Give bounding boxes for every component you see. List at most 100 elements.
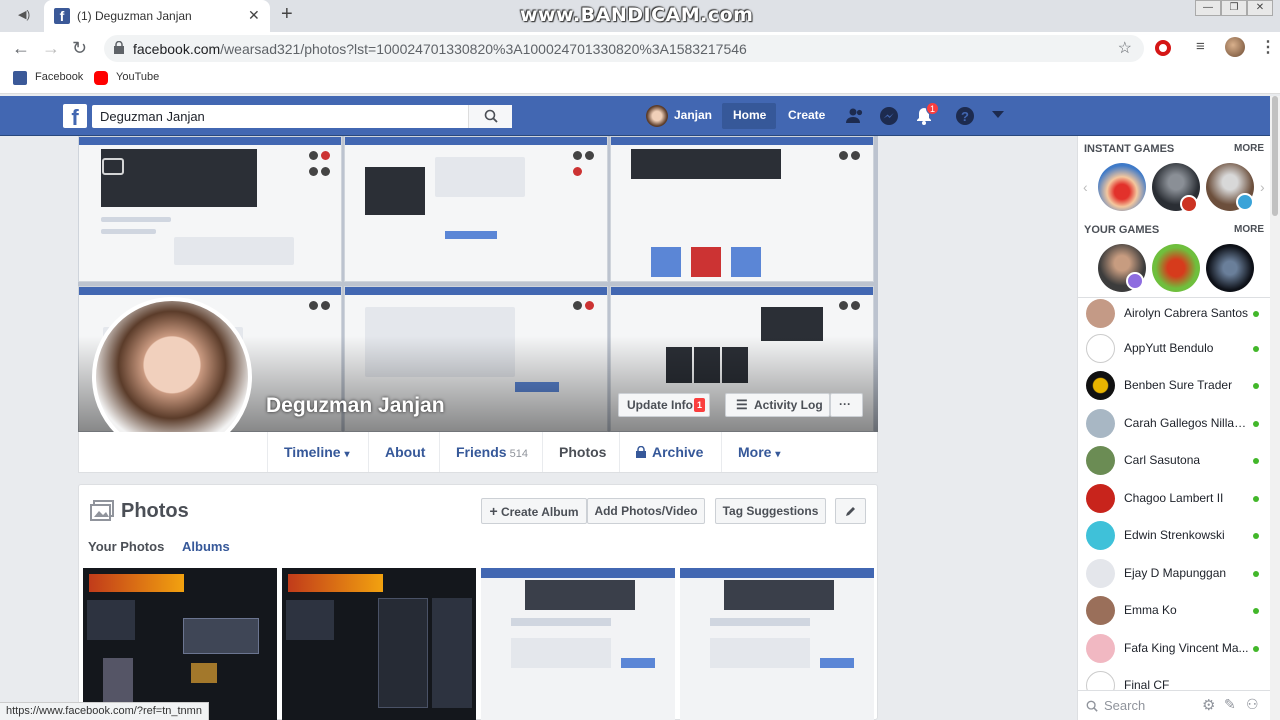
chevron-right-icon[interactable]: › <box>1260 179 1265 195</box>
photo-thumbnail[interactable] <box>282 568 476 720</box>
create-album-button[interactable]: + Create Album <box>481 498 587 524</box>
create-button[interactable]: Create <box>788 108 825 122</box>
add-photos-video-button[interactable]: Add Photos/Video <box>587 498 705 524</box>
tab-about[interactable]: About <box>368 432 439 472</box>
home-label: Home <box>733 108 767 122</box>
activity-log-button[interactable]: ☰ Activity Log <box>725 393 830 417</box>
tag-suggestions-button[interactable]: Tag Suggestions <box>715 498 826 524</box>
tab-close-icon[interactable]: ✕ <box>248 7 260 24</box>
online-indicator <box>1253 608 1259 614</box>
reload-icon[interactable]: ↻ <box>72 38 87 59</box>
photo-thumbnail[interactable] <box>83 568 277 720</box>
contact-name: AppYutt Bendulo <box>1124 341 1214 355</box>
new-message-icon[interactable]: ✎ <box>1224 696 1236 713</box>
contact-item[interactable]: Carah Gallegos Nillasca <box>1078 405 1271 442</box>
tab-timeline[interactable]: Timeline ▾ <box>267 432 368 472</box>
avatar <box>1086 299 1115 328</box>
home-button[interactable]: Home <box>722 103 776 129</box>
media-queue-icon[interactable]: ≡ <box>1196 38 1205 55</box>
svg-text:?: ? <box>961 109 969 124</box>
avatar <box>1086 559 1115 588</box>
profile-name[interactable]: Deguzman Janjan <box>266 394 445 418</box>
back-icon[interactable]: ← <box>12 38 30 59</box>
right-sidebar: INSTANT GAMES MORE ‹ › YOUR GAMES MORE A… <box>1077 136 1271 720</box>
close-window-icon[interactable]: ✕ <box>1247 0 1273 16</box>
game-icon[interactable] <box>1152 244 1200 292</box>
avatar <box>1086 409 1115 438</box>
tab-archive[interactable]: Archive <box>619 432 721 472</box>
game-icon[interactable] <box>1098 163 1146 211</box>
tab-your-photos[interactable]: Your Photos <box>88 539 164 554</box>
chat-search-bar[interactable]: Search ⚙ ✎ ⚇ <box>1078 690 1271 720</box>
game-badge-icon <box>1180 195 1198 213</box>
contact-item[interactable]: Carl Sasutona <box>1078 442 1271 479</box>
contact-item[interactable]: Emma Ko <box>1078 592 1271 629</box>
camera-icon[interactable] <box>102 158 124 175</box>
contact-item[interactable]: Edwin Strenkowski <box>1078 517 1271 554</box>
friends-count: 514 <box>509 448 528 460</box>
search-button[interactable] <box>468 105 512 128</box>
friend-requests-icon[interactable] <box>845 106 865 126</box>
online-indicator <box>1253 496 1259 502</box>
photos-card: Photos + Create Album Add Photos/Video T… <box>78 484 878 720</box>
edit-button[interactable] <box>835 498 866 524</box>
bookmark-youtube[interactable]: YouTube <box>116 71 159 83</box>
your-games-heading: YOUR GAMES <box>1084 224 1160 236</box>
page-scrollbar[interactable] <box>1270 96 1280 720</box>
messenger-icon[interactable] <box>879 106 899 126</box>
contact-name: Edwin Strenkowski <box>1124 528 1225 542</box>
update-info-badge: 1 <box>694 398 705 412</box>
contact-item[interactable]: AppYutt Bendulo <box>1078 330 1271 367</box>
update-info-button[interactable]: Update Info 1 <box>618 393 710 417</box>
notification-count-badge: 1 <box>926 102 939 115</box>
minimize-icon[interactable]: — <box>1195 0 1221 16</box>
new-tab-icon[interactable]: + <box>281 3 293 26</box>
facebook-logo-icon[interactable]: f <box>63 104 87 130</box>
more-options-button[interactable]: ··· <box>830 393 863 417</box>
chevron-left-icon[interactable]: ‹ <box>1083 179 1088 195</box>
restore-icon[interactable]: ❐ <box>1221 0 1247 16</box>
group-icon[interactable]: ⚇ <box>1246 696 1259 713</box>
game-badge-icon <box>1126 272 1144 290</box>
opera-extension-icon[interactable] <box>1155 40 1171 56</box>
contact-name: Fafa King Vincent Ma... <box>1124 641 1249 655</box>
tab-audio-icon[interactable]: ◀) <box>18 8 30 21</box>
profile-link[interactable]: Janjan <box>674 108 712 122</box>
tab-photos[interactable]: Photos <box>542 432 619 472</box>
photo-thumbnail[interactable] <box>481 568 675 720</box>
online-indicator <box>1253 311 1259 317</box>
browser-tab[interactable]: f (1) Deguzman Janjan ✕ <box>44 0 270 32</box>
instant-games-more-link[interactable]: MORE <box>1234 143 1264 154</box>
bookmark-facebook[interactable]: Facebook <box>35 71 83 83</box>
bookmark-star-icon[interactable]: ☆ <box>1118 38 1132 58</box>
online-indicator <box>1253 346 1259 352</box>
url-text: facebook.com/wearsad321/photos?lst=10002… <box>133 41 747 57</box>
contact-item[interactable]: Airolyn Cabrera Santos <box>1078 295 1271 332</box>
gear-icon[interactable]: ⚙ <box>1202 696 1215 714</box>
avatar <box>1086 521 1115 550</box>
tab-friends[interactable]: Friends 514 <box>439 432 542 472</box>
your-games-more-link[interactable]: MORE <box>1234 224 1264 235</box>
tab-more[interactable]: More ▾ <box>721 432 801 472</box>
account-menu-icon[interactable] <box>991 110 1005 120</box>
contact-item[interactable]: Fafa King Vincent Ma... <box>1078 630 1271 667</box>
help-icon[interactable]: ? <box>955 106 975 126</box>
contact-name: Carah Gallegos Nillasca <box>1124 416 1249 430</box>
tab-albums[interactable]: Albums <box>182 539 230 554</box>
forward-icon[interactable]: → <box>42 38 60 59</box>
contact-item[interactable]: Ejay D Mapunggan <box>1078 555 1271 592</box>
search-input[interactable]: Deguzman Janjan <box>92 105 512 128</box>
user-avatar[interactable] <box>646 105 668 127</box>
chat-search-input[interactable]: Search <box>1104 698 1145 713</box>
avatar <box>1086 334 1115 363</box>
game-icon[interactable] <box>1206 244 1254 292</box>
contact-name: Benben Sure Trader <box>1124 378 1233 392</box>
photo-thumbnail[interactable] <box>680 568 874 720</box>
avatar <box>1086 596 1115 625</box>
avatar <box>1086 484 1115 513</box>
browser-profile-avatar[interactable] <box>1225 37 1245 57</box>
contact-item[interactable]: Benben Sure Trader <box>1078 367 1271 404</box>
browser-menu-icon[interactable]: ⋮ <box>1260 37 1276 57</box>
contact-item[interactable]: Chagoo Lambert II <box>1078 480 1271 517</box>
address-bar[interactable]: facebook.com/wearsad321/photos?lst=10002… <box>104 35 1144 62</box>
